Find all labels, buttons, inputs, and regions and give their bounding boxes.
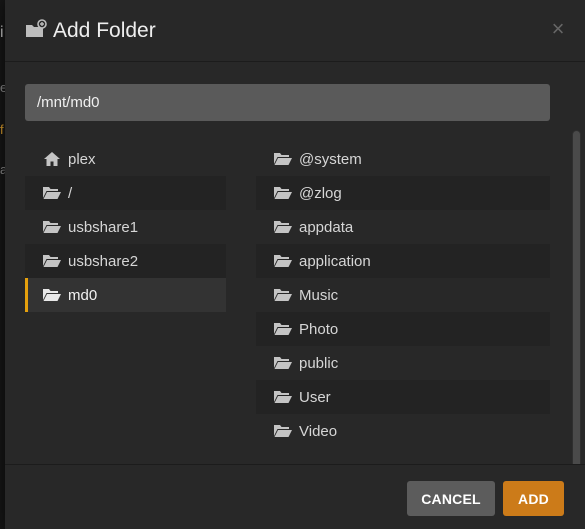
dialog-header: Add Folder ×: [5, 0, 585, 62]
add-button[interactable]: ADD: [503, 481, 564, 516]
folder-label: appdata: [299, 218, 354, 236]
folder-open-icon: [274, 356, 292, 370]
folder-open-icon: [274, 390, 292, 404]
background-text: f: [0, 122, 4, 137]
folder-label: application: [299, 252, 371, 270]
folder-item[interactable]: @system: [256, 142, 550, 176]
folder-item[interactable]: User: [256, 380, 550, 414]
folder-open-icon: [43, 288, 61, 302]
shortcut-label: /: [68, 184, 73, 202]
close-button[interactable]: ×: [547, 16, 569, 42]
shortcut-label: usbshare2: [68, 252, 139, 270]
dialog-footer: CANCEL ADD: [5, 464, 585, 529]
folder-item[interactable]: Photo: [256, 312, 550, 346]
folder-item[interactable]: Video: [256, 414, 550, 448]
folder-label: Video: [299, 422, 338, 440]
shortcut-item-root[interactable]: /: [25, 176, 226, 210]
path-input[interactable]: [25, 84, 550, 121]
home-icon: [43, 152, 61, 166]
folder-open-icon: [43, 186, 61, 200]
vertical-scrollbar[interactable]: [572, 130, 581, 464]
shortcut-item-usbshare2[interactable]: usbshare2: [25, 244, 226, 278]
shortcut-label: plex: [68, 150, 96, 168]
folder-label: Music: [299, 286, 339, 304]
folder-open-icon: [274, 322, 292, 336]
shortcut-label: md0: [68, 286, 98, 304]
folder-label: public: [299, 354, 339, 372]
folder-list: @system @zlog appdata application Music …: [256, 142, 550, 448]
folder-open-icon: [274, 220, 292, 234]
dialog-body: plex / usbshare1 usbshare2: [5, 62, 585, 464]
folder-open-icon: [43, 220, 61, 234]
folder-label: @zlog: [299, 184, 342, 202]
dialog-title: Add Folder: [53, 19, 156, 42]
folder-label: Photo: [299, 320, 339, 338]
folder-item[interactable]: application: [256, 244, 550, 278]
folder-open-icon: [274, 186, 292, 200]
shortcut-item-usbshare1[interactable]: usbshare1: [25, 210, 226, 244]
shortcut-item-md0[interactable]: md0: [25, 278, 226, 312]
shortcut-list: plex / usbshare1 usbshare2 md0: [25, 142, 226, 312]
cancel-button[interactable]: CANCEL: [407, 481, 495, 516]
folder-item[interactable]: Music: [256, 278, 550, 312]
add-folder-icon: [25, 19, 47, 39]
folder-label: @system: [299, 150, 362, 168]
folder-open-icon: [274, 152, 292, 166]
folder-item[interactable]: appdata: [256, 210, 550, 244]
scrollbar-thumb[interactable]: [573, 131, 580, 464]
folder-open-icon: [274, 288, 292, 302]
folder-label: User: [299, 388, 331, 406]
shortcut-label: usbshare1: [68, 218, 139, 236]
folder-open-icon: [274, 254, 292, 268]
shortcut-item-plex[interactable]: plex: [25, 142, 226, 176]
folder-item[interactable]: public: [256, 346, 550, 380]
folder-open-icon: [274, 424, 292, 438]
folder-open-icon: [43, 254, 61, 268]
add-folder-dialog: Add Folder × plex / usbshare1: [5, 0, 585, 529]
background-text: i: [0, 24, 4, 41]
folder-item[interactable]: @zlog: [256, 176, 550, 210]
